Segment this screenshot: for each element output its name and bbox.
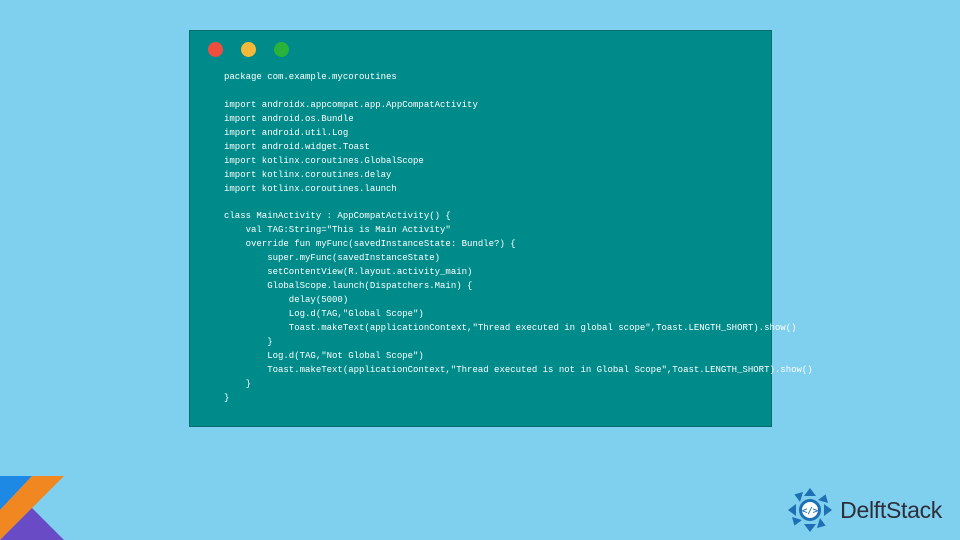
window-titlebar (190, 31, 771, 67)
code-window: package com.example.mycoroutines import … (189, 30, 772, 427)
kotlin-logo-icon (0, 476, 64, 540)
svg-text:</>: </> (802, 507, 819, 517)
maximize-icon[interactable] (274, 42, 289, 57)
minimize-icon[interactable] (241, 42, 256, 57)
brand-name: DelftStack (840, 497, 942, 524)
close-icon[interactable] (208, 42, 223, 57)
delftstack-logo-icon: </> (786, 486, 834, 534)
code-content: package com.example.mycoroutines import … (190, 67, 771, 412)
brand: </> DelftStack (786, 486, 942, 534)
